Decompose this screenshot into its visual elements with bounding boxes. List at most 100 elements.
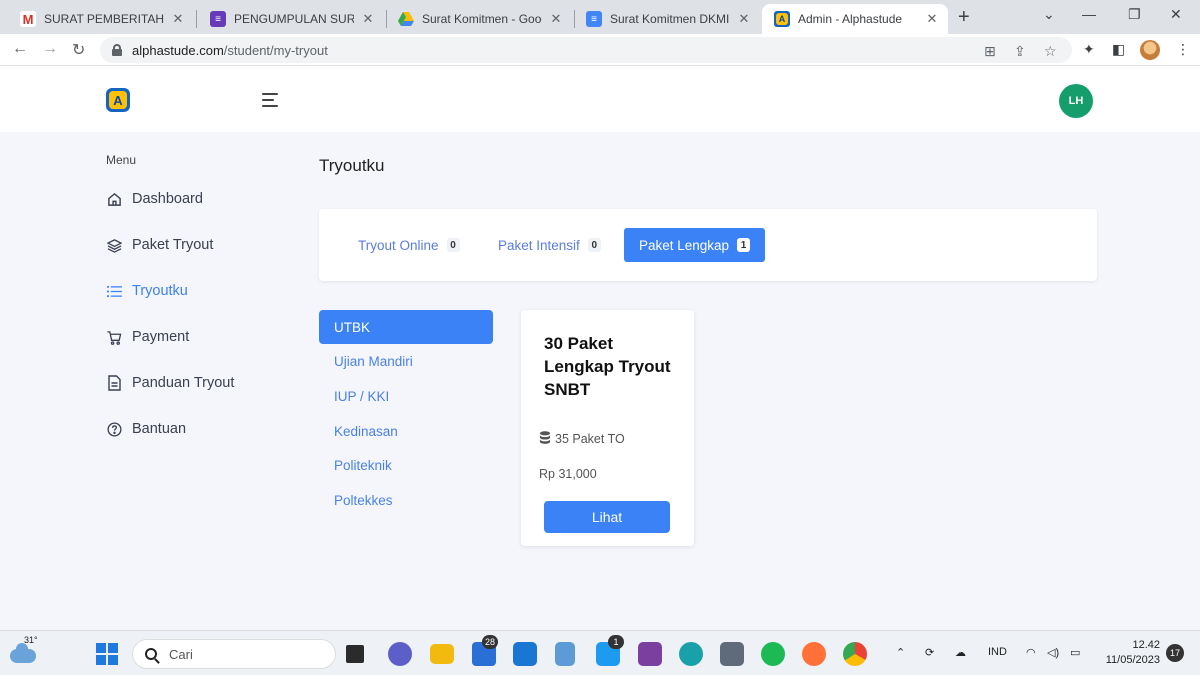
file-explorer-icon[interactable] [430, 644, 454, 664]
language-indicator[interactable]: IND [988, 646, 1007, 658]
url-bar[interactable]: alphastude.com/student/my-tryout ⊞ ⇪ ☆ [100, 37, 1072, 63]
profile-avatar[interactable] [1140, 40, 1160, 60]
count-badge: 1 [737, 238, 751, 252]
category-iup-kki[interactable]: IUP / KKI [319, 379, 493, 413]
package-count-text: 35 Paket TO [555, 432, 625, 446]
sidebar-item-label: Panduan Tryout [132, 375, 235, 391]
gmail-icon: M [20, 11, 36, 27]
close-tab-icon[interactable]: ✕ [924, 11, 940, 27]
extensions-icon[interactable]: ✦ [1083, 41, 1095, 58]
category-poltekkes[interactable]: Poltekkes [319, 483, 493, 517]
browser-menu-icon[interactable]: ⋮ [1176, 41, 1190, 58]
firefox-icon[interactable] [802, 642, 826, 666]
close-window-icon[interactable]: ✕ [1170, 6, 1182, 23]
drive-icon [398, 11, 414, 27]
sidebar-item-label: Payment [132, 329, 190, 345]
sidebar-item-label: Paket Tryout [132, 237, 214, 253]
reload-icon[interactable]: ↻ [72, 40, 85, 60]
browser-tab-gmail[interactable]: M SURAT PEMBERITAHUAN P ✕ [8, 4, 194, 34]
chevron-up-icon[interactable]: ⌃ [896, 646, 905, 659]
taskbar-search[interactable]: Cari [132, 639, 336, 669]
category-kedinasan[interactable]: Kedinasan [319, 414, 493, 448]
sidebar-item-panduan-tryout[interactable]: Panduan Tryout [106, 371, 234, 395]
layers-icon [106, 237, 122, 253]
logo-letter: A [109, 91, 127, 109]
close-tab-icon[interactable]: ✕ [170, 11, 186, 27]
sync-icon[interactable]: ⟳ [925, 646, 934, 659]
battery-icon[interactable]: ▭ [1070, 646, 1080, 659]
category-ujian-mandiri[interactable]: Ujian Mandiri [319, 344, 493, 378]
tab-tryout-online[interactable]: Tryout Online 0 [343, 228, 475, 262]
clipchamp-icon[interactable] [638, 642, 662, 666]
twitter-badge: 1 [608, 635, 624, 649]
cloud-icon [10, 643, 36, 663]
tab-search-icon[interactable]: ⌄ [1043, 6, 1055, 23]
lihat-button[interactable]: Lihat [544, 501, 670, 533]
close-tab-icon[interactable]: ✕ [548, 11, 564, 27]
volume-icon[interactable]: ◁) [1047, 646, 1059, 659]
time: 12.42 [1132, 639, 1160, 651]
close-tab-icon[interactable]: ✕ [360, 11, 376, 27]
address-toolbar: ← → ↻ alphastude.com/student/my-tryout ⊞… [0, 34, 1200, 66]
temperature: 31° [24, 635, 38, 645]
forms-icon: ≡ [210, 11, 226, 27]
lock-icon [112, 44, 122, 56]
url-host: alphastude.com [132, 42, 224, 58]
camera-icon[interactable] [720, 642, 744, 666]
sidebar-item-dashboard[interactable]: Dashboard [106, 187, 203, 211]
side-panel-icon[interactable]: ◧ [1112, 41, 1125, 58]
minimize-icon[interactable]: — [1082, 6, 1096, 22]
bookmark-star-icon[interactable]: ☆ [1044, 43, 1057, 60]
package-count: 35 Paket TO [539, 431, 625, 447]
calendar-icon[interactable] [513, 642, 537, 666]
sidebar-item-paket-tryout[interactable]: Paket Tryout [106, 233, 213, 257]
translate-icon[interactable]: ⊞ [984, 43, 996, 60]
browser-tab-forms[interactable]: ≡ PENGUMPULAN SURAT K ✕ [198, 4, 384, 34]
category-utbk[interactable]: UTBK [319, 310, 493, 344]
forward-icon[interactable]: → [42, 40, 58, 58]
page-title: Tryoutku [319, 156, 385, 175]
browser-tab-alphastude[interactable]: A Admin - Alphastude ✕ [762, 4, 948, 34]
document-icon [106, 375, 122, 391]
alphastude-logo[interactable]: A [106, 88, 130, 112]
browser-tab-docs[interactable]: ≡ Surat Komitmen DKMI.do ✕ [574, 4, 760, 34]
browser-tab-drive[interactable]: Surat Komitmen - Google ✕ [386, 4, 572, 34]
tab-paket-lengkap[interactable]: Paket Lengkap 1 [624, 228, 766, 262]
user-avatar[interactable]: LH [1059, 84, 1093, 118]
sidebar-item-label: Bantuan [132, 421, 187, 437]
restore-icon[interactable]: ❐ [1128, 6, 1141, 23]
hamburger-menu-icon[interactable] [262, 93, 278, 111]
close-tab-icon[interactable]: ✕ [736, 11, 752, 27]
package-card: 30 Paket Lengkap Tryout SNBT 35 Paket TO… [521, 310, 694, 546]
url-path: /student/my-tryout [223, 42, 328, 58]
onedrive-icon[interactable]: ☁ [955, 646, 966, 659]
search-icon [145, 648, 157, 660]
tab-title: Surat Komitmen - Google [422, 12, 542, 26]
notification-count[interactable]: 17 [1166, 644, 1184, 662]
category-politeknik[interactable]: Politeknik [319, 448, 493, 482]
tab-label: Tryout Online [358, 237, 439, 253]
sidebar-item-bantuan[interactable]: Bantuan [106, 417, 186, 441]
sidebar-item-tryoutku[interactable]: Tryoutku [106, 279, 188, 303]
clock[interactable]: 12.42 11/05/2023 [1100, 638, 1160, 668]
back-icon[interactable]: ← [12, 40, 28, 58]
tab-paket-intensif[interactable]: Paket Intensif 0 [483, 228, 616, 262]
task-view-icon[interactable] [346, 645, 364, 663]
site-header: A LH [0, 66, 1200, 132]
windows-start-icon[interactable] [96, 643, 118, 665]
edge-icon[interactable] [679, 642, 703, 666]
chrome-icon[interactable] [843, 642, 867, 666]
tab-title: SURAT PEMBERITAHUAN P [44, 12, 164, 26]
docs-icon: ≡ [586, 11, 602, 27]
new-tab-icon[interactable]: + [958, 6, 970, 29]
package-title: 30 Paket Lengkap Tryout SNBT [544, 334, 671, 399]
chat-icon[interactable] [388, 642, 412, 666]
spotify-icon[interactable] [761, 642, 785, 666]
package-price: Rp 31,000 [539, 467, 597, 481]
sidebar-item-label: Dashboard [132, 191, 203, 207]
tab-title: Surat Komitmen DKMI.do [610, 12, 730, 26]
share-icon[interactable]: ⇪ [1014, 43, 1026, 60]
sidebar-item-payment[interactable]: Payment [106, 325, 189, 349]
wifi-icon[interactable]: ◠ [1026, 646, 1036, 659]
notepad-icon[interactable] [555, 642, 575, 666]
